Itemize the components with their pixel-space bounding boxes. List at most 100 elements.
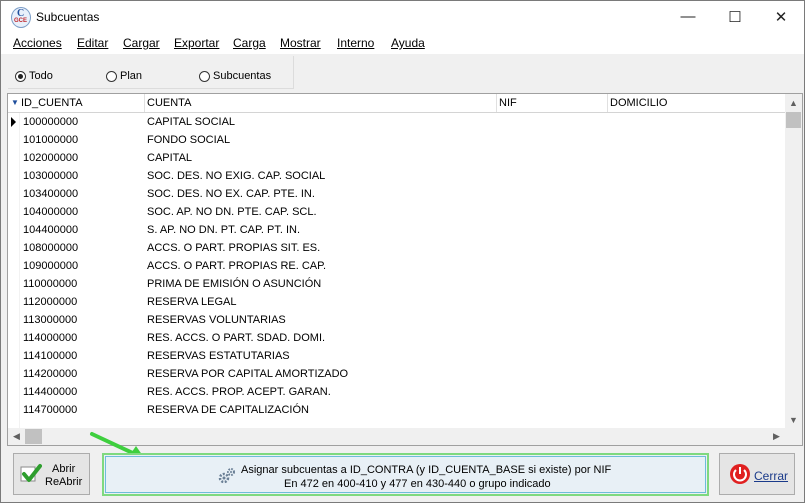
cell-cuenta[interactable]: ACCS. O PART. PROPIAS SIT. ES. bbox=[147, 242, 320, 254]
cell-id-cuenta[interactable]: 108000000 bbox=[23, 242, 78, 254]
title-bar[interactable]: C GCE Subcuentas — ☐ ✕ bbox=[1, 1, 804, 32]
row-indicator[interactable] bbox=[8, 311, 19, 329]
table-row[interactable]: 108000000 ACCS. O PART. PROPIAS SIT. ES. bbox=[8, 239, 785, 257]
row-indicator[interactable] bbox=[8, 257, 19, 275]
cell-cuenta[interactable]: SOC. AP. NO DN. PTE. CAP. SCL. bbox=[147, 206, 317, 218]
table-row[interactable]: 114400000 RES. ACCS. PROP. ACEPT. GARAN. bbox=[8, 383, 785, 401]
row-indicator[interactable] bbox=[8, 239, 19, 257]
row-indicator[interactable] bbox=[8, 365, 19, 383]
cell-id-cuenta[interactable]: 104000000 bbox=[23, 206, 78, 218]
table-row[interactable]: 102000000 CAPITAL bbox=[8, 149, 785, 167]
cell-id-cuenta[interactable]: 114700000 bbox=[23, 404, 77, 416]
menu-carga[interactable]: Carga bbox=[233, 36, 266, 50]
row-indicator[interactable] bbox=[8, 185, 19, 203]
cell-id-cuenta[interactable]: 114400000 bbox=[23, 386, 77, 398]
cell-cuenta[interactable]: CAPITAL SOCIAL bbox=[147, 116, 235, 128]
sort-descending-icon[interactable]: ▼ bbox=[11, 94, 19, 112]
row-indicator[interactable] bbox=[8, 275, 19, 293]
cell-id-cuenta[interactable]: 103000000 bbox=[23, 170, 78, 182]
cell-id-cuenta[interactable]: 101000000 bbox=[23, 134, 78, 146]
cell-cuenta[interactable]: PRIMA DE EMISIÓN O ASUNCIÓN bbox=[147, 278, 321, 290]
row-indicator[interactable] bbox=[8, 203, 19, 221]
cell-cuenta[interactable]: SOC. DES. NO EXIG. CAP. SOCIAL bbox=[147, 170, 325, 182]
row-indicator[interactable] bbox=[8, 329, 19, 347]
cell-id-cuenta[interactable]: 109000000 bbox=[23, 260, 78, 272]
radio-subcuentas[interactable]: Subcuentas bbox=[199, 70, 271, 82]
scroll-up-icon[interactable]: ▲ bbox=[785, 94, 802, 111]
table-row[interactable]: 103400000 SOC. DES. NO EX. CAP. PTE. IN. bbox=[8, 185, 785, 203]
scroll-right-icon[interactable]: ▶ bbox=[768, 428, 785, 445]
cell-cuenta[interactable]: RESERVA LEGAL bbox=[147, 296, 236, 308]
table-row[interactable]: 103000000 SOC. DES. NO EXIG. CAP. SOCIAL bbox=[8, 167, 785, 185]
table-row[interactable]: 104400000 S. AP. NO DN. PT. CAP. PT. IN. bbox=[8, 221, 785, 239]
table-row[interactable]: 101000000 FONDO SOCIAL bbox=[8, 131, 785, 149]
menu-ayuda[interactable]: Ayuda bbox=[391, 36, 425, 50]
cell-id-cuenta[interactable]: 104400000 bbox=[23, 224, 78, 236]
cell-id-cuenta[interactable]: 114100000 bbox=[23, 350, 77, 362]
menu-mostrar[interactable]: Mostrar bbox=[280, 36, 321, 50]
radio-plan-indicator[interactable] bbox=[106, 70, 117, 82]
row-indicator[interactable] bbox=[8, 347, 19, 365]
minimize-button[interactable]: — bbox=[665, 1, 711, 32]
row-indicator[interactable] bbox=[8, 401, 19, 419]
cell-cuenta[interactable]: RES. ACCS. O PART. SDAD. DOMI. bbox=[147, 332, 325, 344]
table-row[interactable]: 114200000 RESERVA POR CAPITAL AMORTIZADO bbox=[8, 365, 785, 383]
scroll-down-icon[interactable]: ▼ bbox=[785, 411, 802, 428]
table-row[interactable]: 112000000 RESERVA LEGAL bbox=[8, 293, 785, 311]
table-row[interactable]: 114000000 RES. ACCS. O PART. SDAD. DOMI. bbox=[8, 329, 785, 347]
cell-cuenta[interactable]: RESERVA POR CAPITAL AMORTIZADO bbox=[147, 368, 348, 380]
accounts-grid[interactable]: ▼ ID_CUENTA CUENTA NIF DOMICILIO 1000000… bbox=[7, 93, 803, 446]
cell-cuenta[interactable]: FONDO SOCIAL bbox=[147, 134, 230, 146]
row-indicator[interactable] bbox=[8, 113, 19, 131]
row-indicator[interactable] bbox=[8, 293, 19, 311]
cell-id-cuenta[interactable]: 114000000 bbox=[23, 332, 77, 344]
table-row[interactable]: 114700000 RESERVA DE CAPITALIZACIÓN bbox=[8, 401, 785, 419]
menu-editar[interactable]: Editar bbox=[77, 36, 108, 50]
row-indicator[interactable] bbox=[8, 383, 19, 401]
radio-todo-indicator[interactable] bbox=[15, 70, 26, 82]
cell-id-cuenta[interactable]: 103400000 bbox=[23, 188, 78, 200]
vertical-scrollbar[interactable]: ▲ ▼ bbox=[785, 94, 802, 428]
radio-subcuentas-indicator[interactable] bbox=[199, 70, 210, 82]
cell-cuenta[interactable]: ACCS. O PART. PROPIAS RE. CAP. bbox=[147, 260, 326, 272]
close-button[interactable]: ✕ bbox=[758, 1, 804, 32]
cell-cuenta[interactable]: RESERVA DE CAPITALIZACIÓN bbox=[147, 404, 309, 416]
cell-id-cuenta[interactable]: 112000000 bbox=[23, 296, 77, 308]
table-row[interactable]: 114100000 RESERVAS ESTATUTARIAS bbox=[8, 347, 785, 365]
cell-id-cuenta[interactable]: 102000000 bbox=[23, 152, 78, 164]
table-row[interactable]: 104000000 SOC. AP. NO DN. PTE. CAP. SCL. bbox=[8, 203, 785, 221]
abrir-reabrir-button[interactable]: Abrir ReAbrir bbox=[13, 453, 90, 495]
menu-interno[interactable]: Interno bbox=[337, 36, 374, 50]
column-header-id-cuenta[interactable]: ID_CUENTA bbox=[19, 94, 145, 112]
cerrar-button[interactable]: Cerrar bbox=[719, 453, 795, 495]
table-row[interactable]: 109000000 ACCS. O PART. PROPIAS RE. CAP. bbox=[8, 257, 785, 275]
cell-id-cuenta[interactable]: 114200000 bbox=[23, 368, 77, 380]
menu-exportar[interactable]: Exportar bbox=[174, 36, 219, 50]
column-header-domicilio[interactable]: DOMICILIO bbox=[608, 94, 785, 112]
cell-cuenta[interactable]: RESERVAS ESTATUTARIAS bbox=[147, 350, 290, 362]
row-indicator[interactable] bbox=[8, 167, 19, 185]
table-row[interactable]: 100000000 CAPITAL SOCIAL bbox=[8, 113, 785, 131]
cell-cuenta[interactable]: CAPITAL bbox=[147, 152, 192, 164]
scroll-left-icon[interactable]: ◀ bbox=[8, 428, 25, 445]
table-row[interactable]: 113000000 RESERVAS VOLUNTARIAS bbox=[8, 311, 785, 329]
row-indicator[interactable] bbox=[8, 221, 19, 239]
cell-id-cuenta[interactable]: 113000000 bbox=[23, 314, 77, 326]
radio-plan[interactable]: Plan bbox=[106, 70, 142, 82]
radio-todo[interactable]: Todo bbox=[15, 70, 53, 82]
cell-id-cuenta[interactable]: 100000000 bbox=[23, 116, 78, 128]
table-row[interactable]: 110000000 PRIMA DE EMISIÓN O ASUNCIÓN bbox=[8, 275, 785, 293]
cell-id-cuenta[interactable]: 110000000 bbox=[23, 278, 77, 290]
maximize-button[interactable]: ☐ bbox=[712, 1, 758, 32]
assign-subaccounts-button[interactable]: Asignar subcuentas a ID_CONTRA (y ID_CUE… bbox=[102, 453, 709, 496]
cell-cuenta[interactable]: SOC. DES. NO EX. CAP. PTE. IN. bbox=[147, 188, 315, 200]
menu-cargar[interactable]: Cargar bbox=[123, 36, 160, 50]
row-indicator[interactable] bbox=[8, 149, 19, 167]
vertical-scroll-thumb[interactable] bbox=[786, 112, 801, 128]
cell-cuenta[interactable]: RESERVAS VOLUNTARIAS bbox=[147, 314, 286, 326]
column-header-cuenta[interactable]: CUENTA bbox=[145, 94, 497, 112]
menu-acciones[interactable]: Acciones bbox=[13, 36, 62, 50]
horizontal-scroll-thumb[interactable] bbox=[25, 429, 42, 444]
cell-cuenta[interactable]: RES. ACCS. PROP. ACEPT. GARAN. bbox=[147, 386, 331, 398]
column-header-nif[interactable]: NIF bbox=[497, 94, 608, 112]
